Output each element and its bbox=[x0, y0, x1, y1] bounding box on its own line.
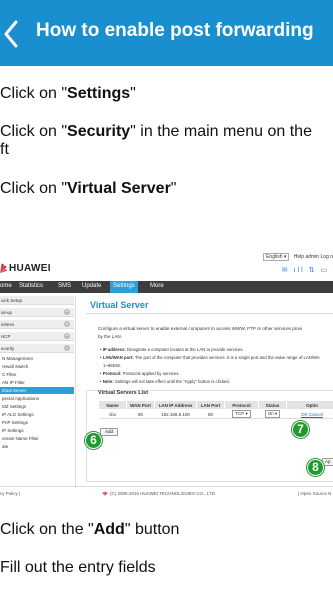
cell-wan-port: 80 bbox=[126, 409, 155, 419]
title-divider bbox=[86, 313, 333, 314]
huawei-mini-flower-icon bbox=[102, 491, 108, 496]
side-item-virtual-server: irtual Server bbox=[0, 387, 74, 394]
side-item-special-apps: pecial Applications bbox=[2, 396, 40, 401]
step-marker-8: 8 bbox=[307, 459, 324, 476]
side-item-firewall: rewall Switch bbox=[2, 364, 29, 369]
col-lan-ip: LAN IP Address bbox=[154, 400, 197, 410]
ok-cancel-links: OK Cancel bbox=[301, 411, 323, 417]
col-wan-port: WAN Port bbox=[126, 400, 155, 410]
footer-divider bbox=[0, 486, 333, 487]
step-settings-bold: Settings bbox=[67, 85, 131, 102]
step-add-bold: Add bbox=[93, 521, 125, 538]
cell-lan-ip: 192.168.8.100 bbox=[154, 409, 197, 419]
col-options: Optio bbox=[286, 400, 333, 410]
step-marker-7: 7 bbox=[292, 421, 309, 438]
collapse-icon: − bbox=[64, 345, 70, 351]
open-source-link: | Open Source N bbox=[298, 491, 332, 496]
step-marker-6: 6 bbox=[85, 432, 102, 449]
side-wireless: ireless + bbox=[0, 320, 74, 329]
side-security: ecurity − bbox=[0, 344, 74, 353]
header-bar: How to enable post forwarding bbox=[0, 0, 333, 66]
side-item-upnp: PnP Settings bbox=[2, 420, 28, 425]
step-virtual-server: Click on "Virtual Server" bbox=[0, 180, 177, 197]
expand-icon: + bbox=[64, 309, 70, 315]
cell-name: cbx bbox=[98, 409, 127, 419]
bullet-ip: • IP address: Designate a computer locat… bbox=[100, 347, 244, 352]
nav-sms: SMS bbox=[58, 283, 72, 289]
bullet-port: • LAN/WAN port: The port of the computer… bbox=[100, 355, 320, 360]
bullet-port-range: 1~65535. bbox=[103, 363, 122, 368]
description: Configure a virtual server to enable ext… bbox=[98, 326, 303, 331]
side-dialup: ial-up + bbox=[0, 308, 74, 317]
step-security-bold: Security bbox=[67, 123, 131, 140]
side-item-lan-ip-filter: AN IP Filter bbox=[2, 380, 25, 385]
side-item-date: ate bbox=[2, 444, 9, 449]
page-title: How to enable post forwarding bbox=[36, 20, 314, 41]
copyright: (C) 2006-2016 HUAWEI TECHNOLOGIES CO., L… bbox=[102, 491, 216, 496]
step-settings: Click on "Settings" bbox=[0, 85, 136, 102]
admin-link: admin bbox=[305, 254, 320, 260]
table-row: cbx 80 192.168.8.100 80 TCP ▾ On ▾ OK Ca… bbox=[98, 409, 333, 419]
side-item-lan-management: N Management bbox=[2, 356, 33, 361]
logout-link: Log o bbox=[320, 254, 333, 260]
privacy-policy-link: cy Policy | bbox=[0, 491, 21, 496]
cell-status: On ▾ bbox=[258, 409, 287, 419]
col-lan-port: LAN Port bbox=[196, 400, 225, 410]
col-status: Status bbox=[258, 400, 287, 410]
back-arrow-icon[interactable] bbox=[2, 19, 20, 49]
description-line2: by the LAN. bbox=[98, 334, 123, 339]
bullet-protocol: • Protocol: Protocols applied by service… bbox=[100, 371, 180, 376]
protocol-select: TCP ▾ bbox=[232, 410, 251, 418]
nav-more: More bbox=[150, 283, 164, 289]
side-dhcp: HCP + bbox=[0, 332, 74, 341]
nav-home: ome bbox=[0, 283, 12, 289]
expand-icon: + bbox=[64, 333, 70, 339]
bullet-note: • Note: Settings will not take effect un… bbox=[100, 379, 230, 384]
router-status-icons: ✉ ıll ⇅ ▭ bbox=[281, 267, 329, 274]
step-fill-fields: Fill out the entry fields bbox=[0, 559, 156, 576]
side-item-domain-filter: omain Name Filter bbox=[2, 436, 39, 441]
side-item-sip-alg: IP ALG Settings bbox=[2, 412, 34, 417]
nav-settings: Settings bbox=[110, 281, 138, 293]
side-item-dmz: MZ Settings bbox=[2, 404, 27, 409]
expand-icon: + bbox=[64, 321, 70, 327]
add-button: Add bbox=[100, 428, 118, 436]
status-select: On ▾ bbox=[264, 410, 281, 418]
help-link: Help bbox=[293, 254, 305, 260]
language-select: English ▾ bbox=[263, 253, 290, 261]
step-add: Click on the "Add" button bbox=[0, 521, 180, 538]
servers-list-title: Virtual Servers List bbox=[98, 390, 149, 396]
col-protocol: Protocol bbox=[224, 400, 259, 410]
side-item-mac-filter: C Filter bbox=[2, 372, 17, 377]
side-item-nat: IP Settings bbox=[2, 428, 24, 433]
step-virtual-server-bold: Virtual Server bbox=[67, 180, 171, 197]
router-sidebar: uick Setup ial-up + ireless + HCP + ecurity… bbox=[0, 296, 76, 488]
cell-lan-port: 80 bbox=[196, 409, 225, 419]
table-header-row: Name WAN Port LAN IP Address LAN Port Pr… bbox=[98, 400, 333, 410]
step-security: Click on "Security" in the main menu on … bbox=[0, 123, 312, 140]
side-quick-setup: uick Setup bbox=[0, 296, 74, 305]
router-screenshot: English ▾ Help admin Log o HUAWEI ✉ ıll … bbox=[0, 250, 333, 500]
step-security-line2: ft bbox=[0, 141, 9, 158]
router-footer: cy Policy | (C) 2006-2016 HUAWEI TECHNOL… bbox=[0, 491, 333, 500]
nav-update: Update bbox=[82, 283, 102, 289]
col-name: Name bbox=[98, 400, 127, 410]
router-top-links: English ▾ Help admin Log o bbox=[263, 253, 333, 261]
cell-options: OK Cancel bbox=[286, 409, 333, 419]
router-navbar: ome Statistics SMS Update Settings More bbox=[0, 281, 333, 293]
virtual-server-title: Virtual Server bbox=[90, 300, 149, 310]
virtual-servers-table: Name WAN Port LAN IP Address LAN Port Pr… bbox=[98, 400, 333, 419]
cell-protocol: TCP ▾ bbox=[224, 409, 259, 419]
huawei-flower-icon bbox=[0, 263, 7, 273]
nav-statistics: Statistics bbox=[19, 283, 44, 289]
